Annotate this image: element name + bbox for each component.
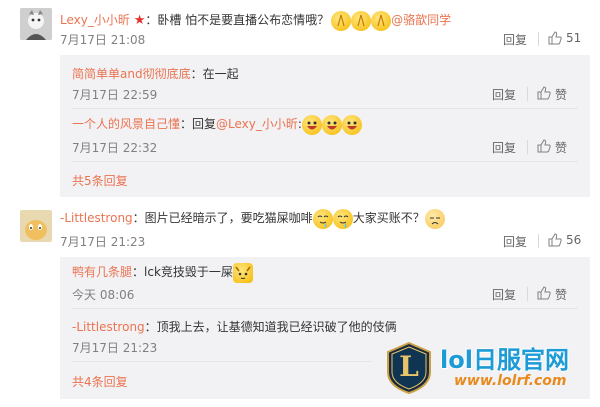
watermark-url: www.lolrf.com: [454, 373, 567, 389]
reply-time: 7月17日 22:59: [72, 88, 158, 102]
reply-time: 7月17日 21:23: [72, 341, 158, 355]
reply-username[interactable]: 简简单单and彻彻底底: [72, 67, 191, 81]
reply-button[interactable]: 回复: [503, 233, 527, 250]
comment-time: 7月17日 21:23: [60, 235, 146, 249]
like-button[interactable]: 赞: [555, 286, 567, 303]
reply-username[interactable]: 一个人的风景自己懂: [72, 117, 180, 131]
reply-username[interactable]: 鸭有几条腿: [72, 265, 132, 279]
pray-emoji-icon: [351, 10, 372, 31]
comment-username[interactable]: Lexy_小小昕: [60, 13, 130, 27]
divider: [538, 32, 539, 46]
watermark-title: lol日服官网: [440, 346, 569, 374]
reply-time: 今天 08:06: [72, 288, 135, 302]
laugh-emoji-icon: [301, 114, 322, 135]
reply-button[interactable]: 回复: [492, 286, 516, 303]
avatar[interactable]: [20, 8, 52, 40]
comment-line: -Littlestrong：图片已经暗示了，要吃猫屎咖啡 大家买账不？: [60, 208, 445, 229]
sad-emoji-icon: [424, 208, 445, 229]
thumbs-up-icon[interactable]: [537, 286, 551, 300]
reply-text: ：lck竞技毁于一屎: [132, 265, 233, 279]
reply-time: 7月17日 22:32: [72, 141, 158, 155]
pray-emoji-icon: [371, 10, 392, 31]
comment-text: ：卧槽 怕不是要直播公布恋情哦？: [145, 13, 330, 27]
drool-emoji-icon: [332, 208, 353, 229]
reply-username[interactable]: -Littlestrong: [72, 320, 145, 334]
thumbs-up-icon[interactable]: [537, 139, 551, 153]
cat-emoji-icon: [232, 262, 253, 283]
mention-link[interactable]: @Lexy_小小昕: [216, 117, 298, 131]
divider: [72, 308, 578, 309]
reply-button[interactable]: 回复: [503, 31, 527, 48]
like-button[interactable]: 赞: [555, 139, 567, 156]
divider: [72, 108, 578, 109]
avatar[interactable]: [20, 210, 52, 242]
reply-line: 鸭有几条腿：lck竞技毁于一屎: [72, 262, 253, 283]
mention-link[interactable]: @骆歆同学: [391, 13, 451, 27]
comment-text: 大家买账不？: [352, 211, 425, 225]
reply-button[interactable]: 回复: [492, 139, 516, 156]
reply-line: 一个人的风景自己懂：回复@Lexy_小小昕:: [72, 114, 362, 135]
laugh-emoji-icon: [321, 114, 342, 135]
divider: [527, 140, 528, 154]
divider: [72, 361, 372, 362]
more-replies-link[interactable]: 共4条回复: [72, 373, 128, 390]
drool-emoji-icon: [312, 208, 333, 229]
watermark-logo: L: [386, 341, 432, 395]
thumbs-up-icon[interactable]: [537, 86, 551, 100]
pray-emoji-icon: [331, 10, 352, 31]
reply-button[interactable]: 回复: [492, 86, 516, 103]
vip-star-icon: ★: [133, 13, 146, 28]
divider: [72, 161, 578, 162]
reply-text: ：顶我上去，让基德知道我已经识破了他的伎俩: [144, 320, 397, 334]
like-count[interactable]: 56: [566, 233, 581, 247]
comment-line: Lexy_小小昕 ★：卧槽 怕不是要直播公布恋情哦？ @骆歆同学: [60, 10, 451, 31]
reply-line: 简简单单and彻彻底底：在一起: [72, 65, 239, 82]
comment-text: ：图片已经暗示了，要吃猫屎咖啡: [132, 211, 313, 225]
like-button[interactable]: 赞: [555, 86, 567, 103]
watermark-logo-letter: L: [399, 350, 419, 383]
reply-text: ：回复: [180, 117, 217, 131]
thumbs-up-icon[interactable]: [548, 233, 562, 247]
divider: [527, 287, 528, 301]
reply-text: ：在一起: [190, 67, 239, 81]
comment-time: 7月17日 21:08: [60, 33, 146, 47]
thumbs-up-icon[interactable]: [548, 31, 562, 45]
divider: [527, 87, 528, 101]
like-count[interactable]: 51: [566, 31, 581, 45]
divider: [538, 234, 539, 248]
reply-line: -Littlestrong：顶我上去，让基德知道我已经识破了他的伎俩: [72, 318, 397, 335]
more-replies-link[interactable]: 共5条回复: [72, 172, 128, 189]
comment-username[interactable]: -Littlestrong: [60, 211, 133, 225]
laugh-emoji-icon: [341, 114, 362, 135]
